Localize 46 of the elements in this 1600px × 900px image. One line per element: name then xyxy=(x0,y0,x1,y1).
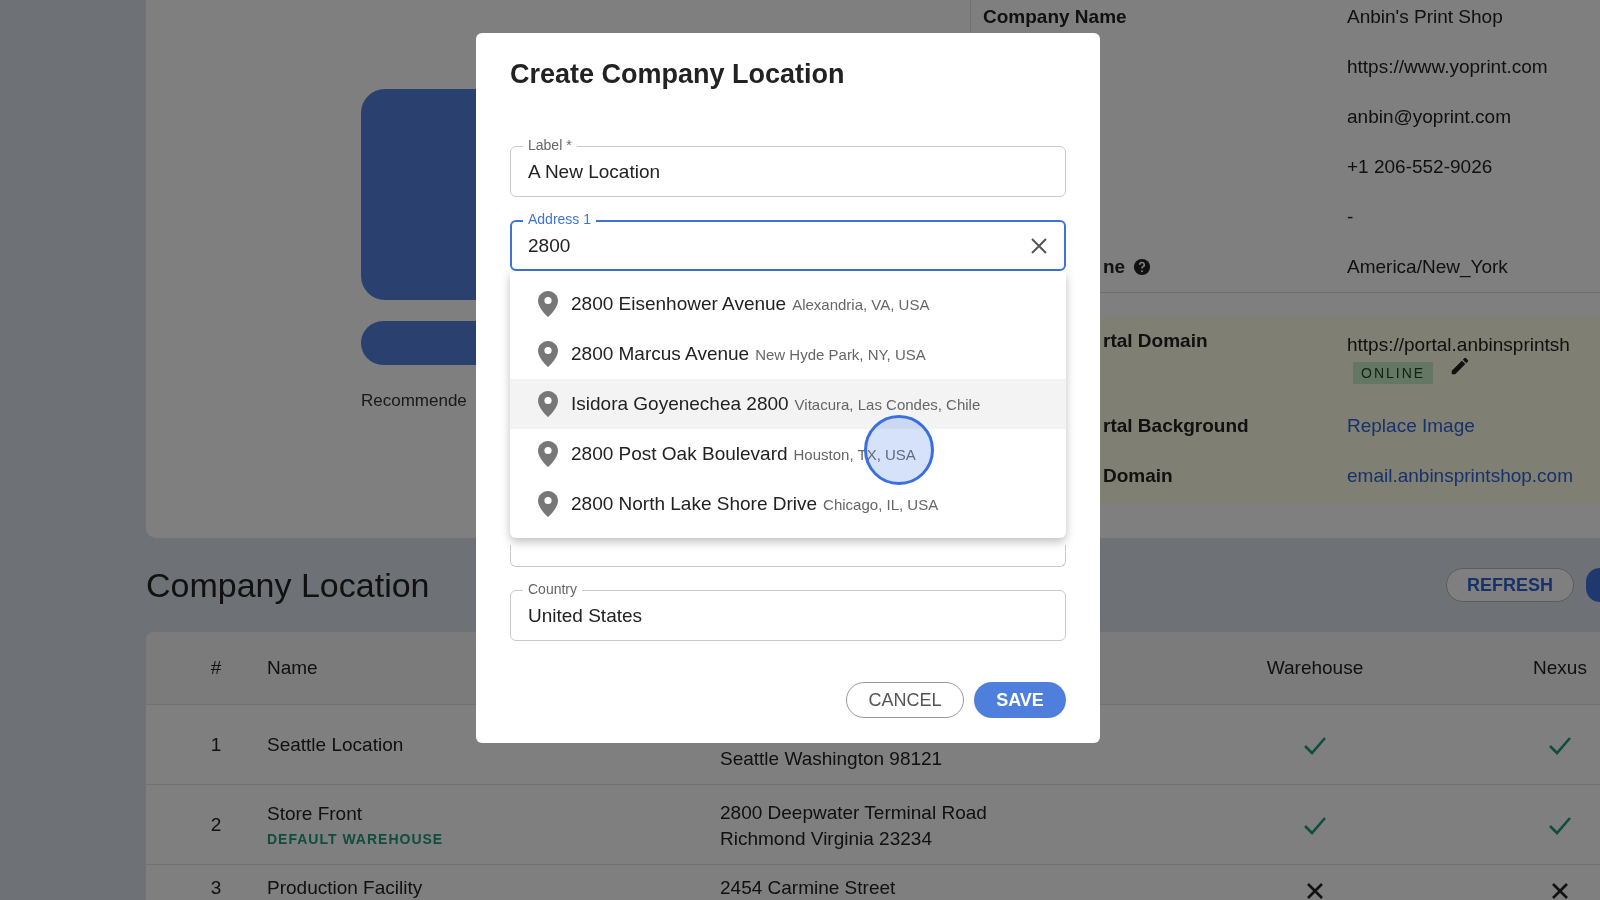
table-cell-text: Production Facility xyxy=(267,877,424,899)
pin-icon xyxy=(537,340,559,368)
field-value: https://www.yoprint.com xyxy=(1347,56,1548,78)
hint-text: Recommende xyxy=(361,391,467,411)
field-value: Anbin's Print Shop xyxy=(1347,6,1503,28)
close-icon[interactable] xyxy=(1030,236,1048,255)
input-field[interactable] xyxy=(510,545,1066,567)
section-title: Company Location xyxy=(146,565,430,605)
table-cell-text: Store Front xyxy=(267,802,364,825)
dialog-title: Create Company Location xyxy=(510,59,846,91)
suggestion-item[interactable]: 2800 Eisenhower Avenue Alexandria, VA, USA xyxy=(510,279,1066,329)
field-value: anbin@yoprint.com xyxy=(1347,106,1511,128)
suggestion-item[interactable]: 2800 Marcus Avenue New Hyde Park, NY, USA xyxy=(510,329,1066,379)
column-header: Nexus xyxy=(1532,657,1588,679)
status-badge: ONLINE xyxy=(1353,362,1434,384)
field-value: +1 206-552-9026 xyxy=(1347,156,1493,178)
table-cell-text: 2454 Carmine Street xyxy=(720,877,897,899)
link[interactable]: https://portal.anbinsprintsh xyxy=(1347,334,1570,355)
pin-icon xyxy=(537,390,559,418)
table-cell-text: 1 xyxy=(209,733,223,756)
table-cell-text: Seattle Washington 98121 xyxy=(720,748,944,770)
suggestion-item[interactable]: 2800 North Lake Shore Drive Chicago, IL, USA xyxy=(510,479,1066,529)
column-header: # xyxy=(209,657,223,679)
table-cell-text: Richmond Virginia 23234 xyxy=(720,828,933,850)
pin-icon xyxy=(537,490,559,518)
suggestion-item[interactable]: Isidora Goyenechea 2800 Vitacura, Las Condes, Chile xyxy=(510,379,1066,429)
field-value: America/New_York xyxy=(1347,256,1508,278)
field-value: - xyxy=(1347,206,1354,228)
table-cell-text: Seattle Location xyxy=(267,733,405,756)
status-tag: DEFAULT WAREHOUSE xyxy=(267,830,720,847)
field-label: ne xyxy=(1103,256,1126,278)
column-header: Warehouse xyxy=(1265,657,1365,679)
field-label: rtal Background xyxy=(1103,415,1249,437)
table-cell-text: 2 xyxy=(209,813,223,836)
table-cell-text: 3 xyxy=(209,877,223,899)
save-button[interactable]: SAVE xyxy=(974,682,1066,718)
column-header: Name xyxy=(266,657,319,679)
pin-icon xyxy=(537,290,559,318)
cancel-button[interactable]: CANCEL xyxy=(846,682,964,718)
table-cell-text: 2800 Deepwater Terminal Road xyxy=(720,802,988,824)
field-label: Domain xyxy=(1103,465,1173,487)
field-label: Company Name xyxy=(983,6,1127,28)
field-label: rtal Domain xyxy=(1103,330,1208,352)
action-button[interactable] xyxy=(361,321,476,365)
pin-icon xyxy=(537,440,559,468)
add-button[interactable] xyxy=(1586,568,1600,602)
